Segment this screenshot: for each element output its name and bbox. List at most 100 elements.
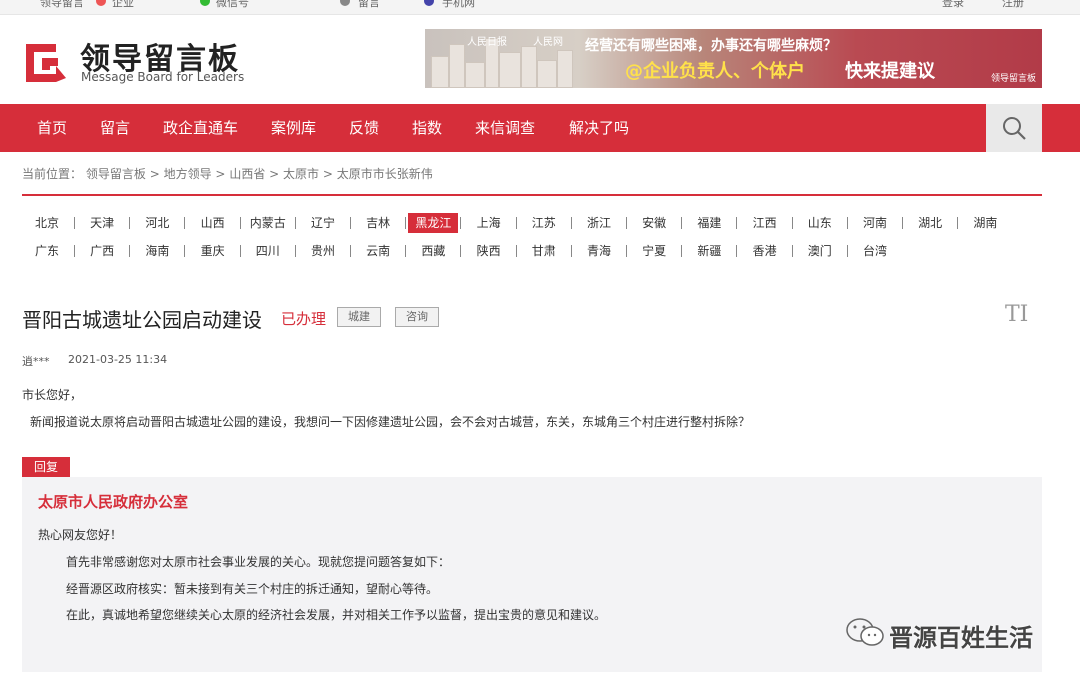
- register-link[interactable]: 注册: [1002, 0, 1024, 10]
- province-separator: [681, 245, 683, 257]
- nav-item-home[interactable]: 首页: [37, 104, 67, 152]
- province-item[interactable]: 甘肃: [519, 241, 569, 261]
- province-item[interactable]: 湖北: [905, 213, 955, 233]
- province-item[interactable]: 上海: [464, 213, 514, 233]
- province-separator: [902, 217, 903, 229]
- province-item[interactable]: 内蒙古: [243, 213, 293, 233]
- wechat-logo-icon: [846, 618, 884, 646]
- province-separator: [460, 245, 462, 257]
- province-separator: [239, 217, 241, 229]
- message-author: 逍***: [22, 355, 50, 368]
- province-item[interactable]: 浙江: [574, 213, 624, 233]
- province-item[interactable]: 广东: [22, 241, 72, 261]
- reply-organization: 太原市人民政府办公室: [38, 493, 189, 511]
- province-item[interactable]: 宁夏: [629, 241, 679, 261]
- province-item[interactable]: 安徽: [629, 213, 679, 233]
- breadcrumb-item[interactable]: 山西省: [229, 167, 265, 181]
- message-content: 新闻报道说太原将启动晋阳古城遗址公园的建设，我想问一下因修建遗址公园，会不会对古…: [30, 415, 751, 429]
- nav-item-survey[interactable]: 来信调查: [475, 104, 535, 152]
- province-item[interactable]: 湖南: [960, 213, 1010, 233]
- font-size-icon[interactable]: TI: [1005, 302, 1028, 327]
- province-item[interactable]: 青海: [574, 241, 624, 261]
- breadcrumb-item[interactable]: 领导留言板: [86, 167, 146, 181]
- nav-item-cases[interactable]: 案例库: [271, 104, 316, 152]
- topbar-link[interactable]: 手机网: [442, 0, 475, 10]
- breadcrumb-item[interactable]: 太原市市长张新伟: [337, 167, 433, 181]
- province-item[interactable]: 澳门: [795, 241, 845, 261]
- province-item[interactable]: 西藏: [408, 241, 458, 261]
- province-separator: [129, 245, 131, 257]
- province-item[interactable]: 江苏: [519, 213, 569, 233]
- province-separator: [405, 245, 407, 257]
- province-item[interactable]: 黑龙江: [408, 213, 459, 233]
- weibo-icon: [96, 0, 106, 6]
- province-item[interactable]: 天津: [77, 213, 127, 233]
- nav-item-feedback[interactable]: 反馈: [349, 104, 379, 152]
- breadcrumb-prefix: 当前位置：: [22, 167, 83, 181]
- wechat-icon: [200, 0, 210, 6]
- province-item[interactable]: 河北: [132, 213, 182, 233]
- message-title: 晋阳古城遗址公园启动建设: [22, 308, 262, 332]
- tag-type[interactable]: 咨询: [395, 307, 439, 327]
- province-item[interactable]: 江西: [740, 213, 790, 233]
- province-separator: [294, 245, 296, 257]
- login-link[interactable]: 登录: [942, 0, 964, 10]
- province-item[interactable]: 新疆: [684, 241, 734, 261]
- province-separator: [74, 245, 75, 257]
- province-separator: [626, 245, 627, 257]
- search-button[interactable]: [986, 104, 1042, 152]
- province-item[interactable]: 云南: [353, 241, 403, 261]
- breadcrumb-separator: >: [322, 167, 333, 181]
- province-item[interactable]: 河南: [850, 213, 900, 233]
- nav-item-gov-enterprise[interactable]: 政企直通车: [163, 104, 238, 152]
- breadcrumb-item[interactable]: 地方领导: [164, 167, 212, 181]
- topbar-link[interactable]: 企业: [112, 0, 134, 10]
- nav-item-solved[interactable]: 解决了吗: [569, 104, 629, 152]
- banner-brand: 领导留言板: [990, 74, 1036, 84]
- province-item[interactable]: 四川: [243, 241, 293, 261]
- logo-icon[interactable]: [22, 38, 70, 86]
- province-separator: [681, 217, 683, 229]
- province-separator: [791, 245, 793, 257]
- province-item[interactable]: 辽宁: [298, 213, 348, 233]
- reply-line: 在此，真诚地希望您继续关心太原的经济社会发展，并对相关工作予以监督，提出宝贵的意…: [66, 608, 607, 622]
- topbar-link[interactable]: 微信号: [216, 0, 249, 10]
- topbar-link[interactable]: 留言: [358, 0, 380, 10]
- province-separator: [460, 217, 462, 229]
- province-item[interactable]: 贵州: [298, 241, 348, 261]
- banner-logo-text: 人民网: [533, 37, 563, 48]
- tag-category[interactable]: 城建: [337, 307, 381, 327]
- province-separator: [570, 217, 572, 229]
- province-item[interactable]: 陕西: [464, 241, 514, 261]
- reply-line: 首先非常感谢您对太原市社会事业发展的关心。现就您提问题答复如下：: [66, 555, 451, 569]
- ad-banner[interactable]: 人民日报 人民网 经营还有哪些困难，办事还有哪些麻烦？ @企业负责人、个体户 快…: [425, 29, 1042, 88]
- banner-highlight: @企业负责人、个体户: [625, 61, 805, 82]
- nav-item-index[interactable]: 指数: [412, 104, 442, 152]
- province-item[interactable]: 海南: [132, 241, 182, 261]
- province-item[interactable]: 福建: [684, 213, 734, 233]
- province-separator: [736, 217, 738, 229]
- main-nav: 首页 留言 政企直通车 案例库 反馈 指数 来信调查 解决了吗: [0, 104, 1080, 152]
- province-item[interactable]: 重庆: [188, 241, 238, 261]
- province-separator: [957, 217, 959, 229]
- mobile-icon: [424, 0, 434, 6]
- breadcrumb-separator: >: [269, 167, 280, 181]
- province-separator: [515, 245, 517, 257]
- breadcrumb-item[interactable]: 太原市: [283, 167, 319, 181]
- province-item[interactable]: 北京: [22, 213, 72, 233]
- province-separator: [294, 217, 296, 229]
- nav-item-message[interactable]: 留言: [100, 104, 130, 152]
- message-time: 2021-03-25 11:34: [68, 353, 168, 366]
- topbar-link[interactable]: 领导留言: [40, 0, 84, 10]
- province-item[interactable]: 广西: [77, 241, 127, 261]
- province-separator: [184, 245, 186, 257]
- province-item[interactable]: 山西: [188, 213, 238, 233]
- phone-icon: [340, 0, 350, 6]
- province-separator: [350, 245, 351, 257]
- province-item[interactable]: 山东: [795, 213, 845, 233]
- breadcrumb-separator: >: [215, 167, 226, 181]
- province-item[interactable]: 吉林: [353, 213, 403, 233]
- breadcrumb-divider: [22, 194, 1042, 196]
- province-item[interactable]: 香港: [740, 241, 790, 261]
- province-item[interactable]: 台湾: [850, 241, 900, 261]
